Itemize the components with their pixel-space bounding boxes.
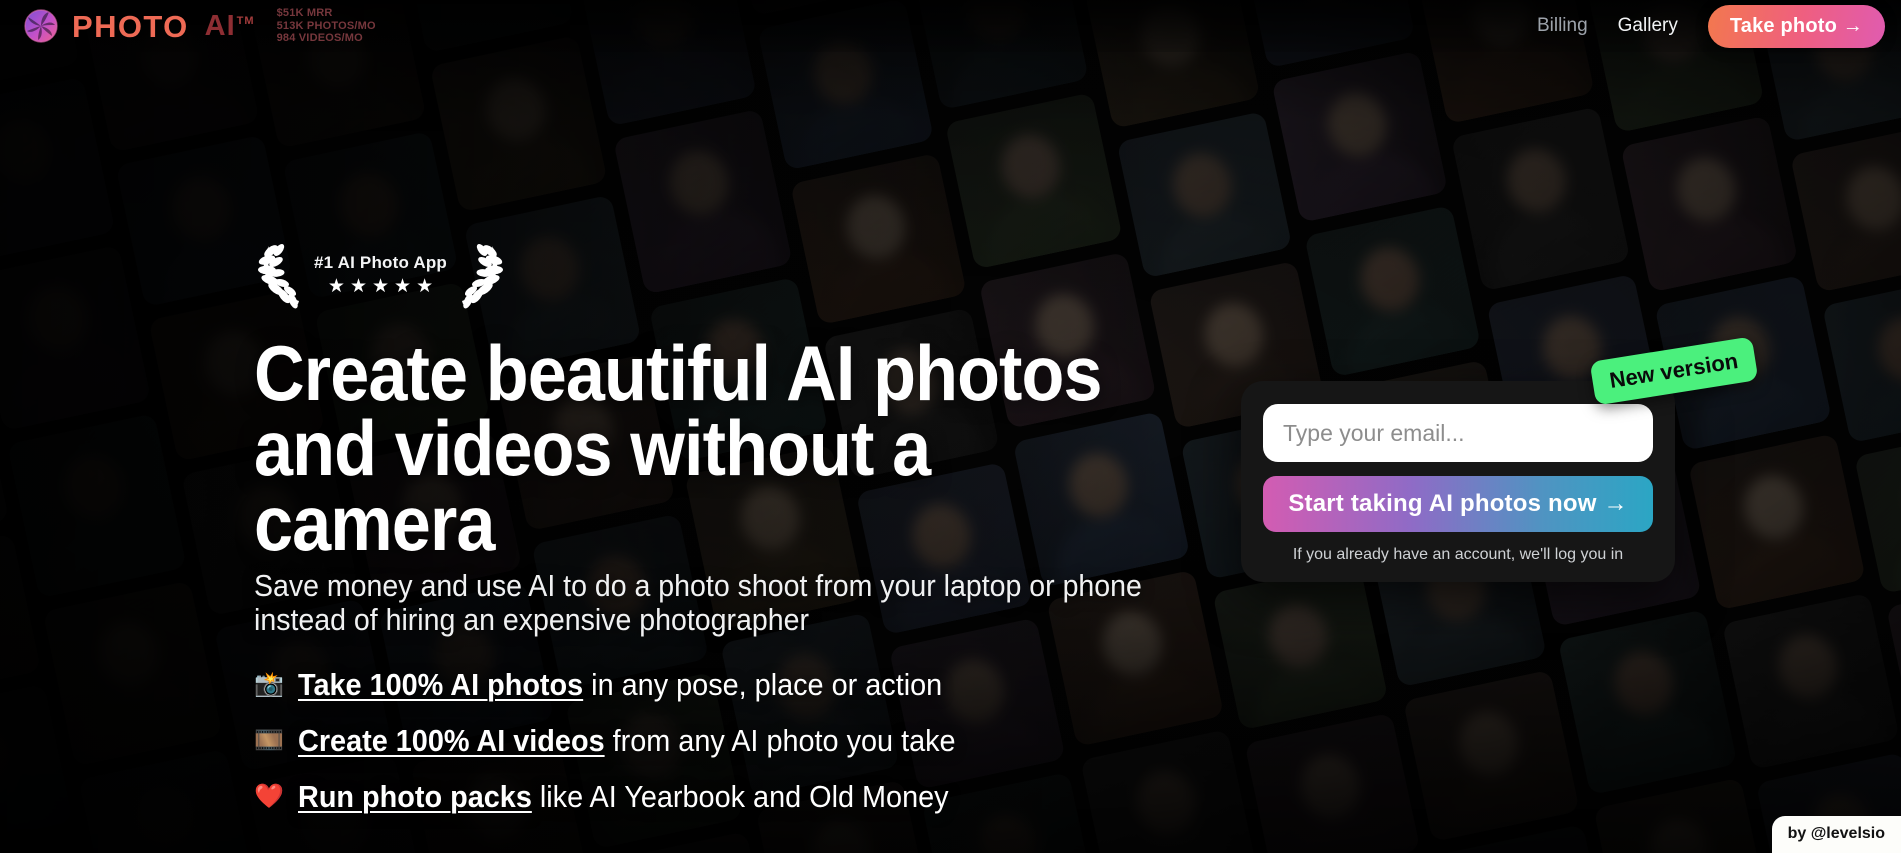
- stat-videos: 984 VIDEOS/MO: [276, 32, 363, 45]
- laurel-wreath-icon: [258, 244, 299, 309]
- feature-link[interactable]: Take 100% AI photos: [298, 667, 583, 702]
- star-icon: ★: [371, 275, 390, 297]
- byline-credit[interactable]: by @levelsio: [1771, 816, 1901, 853]
- brand-logo[interactable]: PHOTO AITM $51K MRR 513K PHOTOS/MO 984 V…: [0, 5, 376, 47]
- star-icon: ★: [416, 275, 434, 297]
- main-nav: Billing Gallery Take photo →: [1537, 4, 1901, 48]
- feature-item[interactable]: 🎞️ Create 100% AI videos from any AI pho…: [254, 724, 1254, 758]
- signup-card: Start taking AI photos now → If you alre…: [1241, 381, 1675, 582]
- star-icon: ★: [394, 275, 412, 297]
- laurel-wreath-icon: [462, 244, 504, 309]
- award-badge-content: #1 AI Photo App ★ ★ ★ ★ ★: [310, 253, 451, 296]
- hero-subheadline: Save money and use AI to do a photo shoo…: [254, 567, 1142, 638]
- hero-section: #1 AI Photo App ★ ★ ★ ★ ★ Create beautif…: [254, 238, 1254, 814]
- brand-stats: $51K MRR 513K PHOTOS/MO 984 VIDEOS/MO: [277, 7, 376, 46]
- feature-list: 📸 Take 100% AI photos in any pose, place…: [254, 668, 1254, 814]
- award-badge-label: #1 AI Photo App: [314, 252, 448, 272]
- hero-headline: Create beautiful AI photos and videos wi…: [254, 329, 1103, 567]
- film-frames-emoji-icon: 🎞️: [254, 727, 284, 755]
- signup-note: If you already have an account, we'll lo…: [1292, 546, 1624, 563]
- trademark-mark: TM: [236, 14, 255, 27]
- feature-item[interactable]: ❤️ Run photo packs like AI Yearbook and …: [254, 780, 1254, 814]
- feature-link[interactable]: Create 100% AI videos: [298, 723, 605, 758]
- brand-ai-word: AITM: [204, 9, 255, 42]
- site-header: PHOTO AITM $51K MRR 513K PHOTOS/MO 984 V…: [0, 0, 1901, 52]
- star-rating: ★ ★ ★ ★ ★: [328, 277, 433, 296]
- star-icon: ★: [349, 275, 367, 297]
- pinwheel-logo-icon: [20, 5, 62, 47]
- nav-link-billing[interactable]: Billing: [1537, 15, 1588, 37]
- feature-item[interactable]: 📸 Take 100% AI photos in any pose, place…: [254, 668, 1254, 702]
- email-input[interactable]: [1263, 404, 1653, 462]
- feature-text: Take 100% AI photos in any pose, place o…: [298, 668, 942, 702]
- take-photo-button[interactable]: Take photo →: [1707, 4, 1885, 48]
- brand-name: PHOTO: [72, 8, 189, 44]
- feature-rest: from any AI photo you take: [604, 723, 956, 759]
- stat-photos: 513K PHOTOS/MO: [276, 19, 376, 32]
- feature-text: Create 100% AI videos from any AI photo …: [298, 724, 956, 758]
- heart-emoji-icon: ❤️: [254, 783, 284, 811]
- award-badge: #1 AI Photo App ★ ★ ★ ★ ★: [254, 238, 1254, 310]
- feature-rest: like AI Yearbook and Old Money: [531, 779, 949, 815]
- star-icon: ★: [327, 275, 345, 297]
- start-taking-photos-button[interactable]: Start taking AI photos now →: [1263, 476, 1653, 532]
- feature-link[interactable]: Run photo packs: [298, 779, 532, 814]
- nav-link-gallery[interactable]: Gallery: [1618, 15, 1678, 37]
- landing-page: PHOTO AITM $51K MRR 513K PHOTOS/MO 984 V…: [0, 0, 1901, 853]
- feature-rest: in any pose, place or action: [583, 667, 943, 703]
- feature-text: Run photo packs like AI Yearbook and Old…: [298, 780, 949, 814]
- stat-mrr: $51K MRR: [276, 6, 333, 19]
- camera-emoji-icon: 📸: [254, 671, 284, 699]
